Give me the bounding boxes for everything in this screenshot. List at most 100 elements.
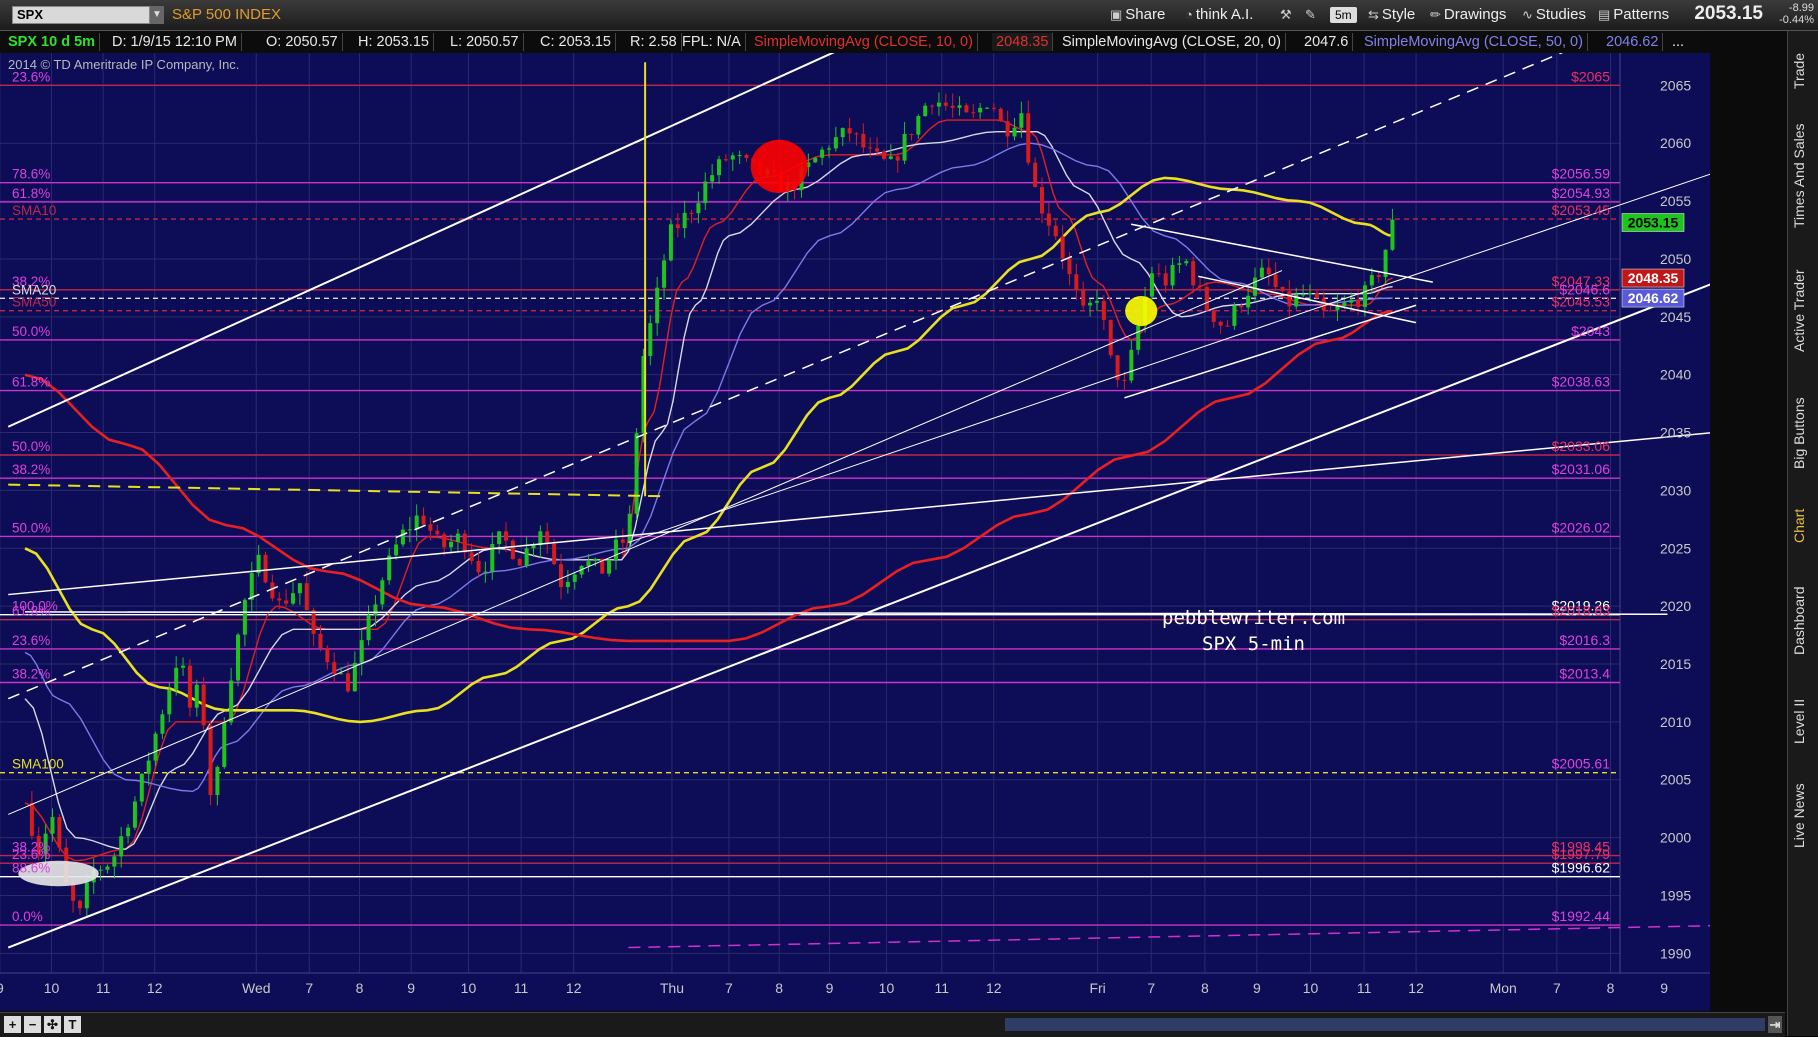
studies-button[interactable]: ∿Studies (1522, 5, 1586, 25)
candle-body (518, 559, 522, 566)
candle-body (820, 150, 824, 158)
candle-body (834, 137, 838, 148)
zoom-out-button[interactable]: − (24, 1016, 41, 1033)
x-tick-label: 8 (1201, 980, 1209, 996)
panel-active-trader[interactable]: Active Trader (1791, 256, 1815, 366)
candle-body (1349, 300, 1353, 303)
candle-body (1232, 306, 1236, 326)
info-more[interactable]: ... (1668, 33, 1688, 51)
panel-chart[interactable]: Chart (1791, 501, 1815, 551)
info-sma50-value: 2046.62 (1602, 33, 1663, 51)
plot-area[interactable]: 23.6%$206578.6%$2056.5961.8%$2054.93SMA1… (0, 53, 1710, 1011)
candle-body (1013, 128, 1017, 137)
drawings-button[interactable]: ✏Drawings (1430, 5, 1506, 25)
candle-body (456, 534, 460, 542)
settings-button[interactable]: ✎ (1305, 5, 1319, 25)
panel-trade[interactable]: Trade (1791, 41, 1815, 101)
candle-body (147, 761, 151, 774)
y-tick-label: 2015 (1660, 656, 1691, 672)
patterns-button[interactable]: ▤Patterns (1598, 5, 1669, 25)
expand-icon[interactable]: ⇥ (1768, 1016, 1782, 1033)
candle-body (112, 856, 116, 866)
crosshair-button[interactable]: ✣ (44, 1016, 61, 1033)
candle-body (889, 156, 893, 159)
level-left-label: 61.8% (12, 375, 50, 390)
info-open: O: 2050.57 (262, 33, 343, 51)
candle-body (958, 105, 962, 108)
candle-body (119, 836, 123, 856)
price-chart[interactable]: 23.6%$206578.6%$2056.5961.8%$2054.93SMA1… (0, 53, 1710, 1011)
candle-body (215, 767, 219, 795)
toolbar: SPX ▼ S&P 500 INDEX ▣Share ◔think A.I. ⚒… (0, 0, 1818, 31)
level-right-label: $2005.61 (1552, 756, 1611, 772)
candle-body (229, 680, 233, 722)
y-tick-label: 2010 (1660, 714, 1691, 730)
candle-body (1267, 268, 1271, 275)
level-left-label: SMA10 (12, 203, 56, 218)
candle-body (401, 530, 405, 545)
text-tool-button[interactable]: T (64, 1016, 81, 1033)
panel-level-ii[interactable]: Level II (1791, 686, 1815, 756)
candle-body (1171, 265, 1175, 286)
candle-body (992, 108, 996, 109)
x-tick-label: 8 (775, 980, 783, 996)
candle-body (1253, 278, 1257, 296)
level-left-label: 61.8% (12, 186, 50, 201)
candle-body (373, 604, 377, 615)
candle-body (930, 106, 934, 107)
candle-body (126, 828, 130, 837)
info-sma20-label[interactable]: SimpleMovingAvg (CLOSE, 20, 0) (1058, 33, 1286, 51)
level-right-label: $2043 (1571, 323, 1610, 339)
share-button[interactable]: ▣Share (1110, 5, 1165, 25)
candle-body (154, 734, 158, 761)
candle-body (1219, 322, 1223, 326)
candle-body (1088, 303, 1092, 306)
panel-big-buttons[interactable]: Big Buttons (1791, 381, 1815, 486)
think-ai-button[interactable]: ◔think A.I. (1185, 5, 1253, 25)
y-tick-label: 2045 (1660, 309, 1691, 325)
level-right-label: $1992.44 (1552, 908, 1611, 924)
symbol-dropdown-icon[interactable]: ▼ (150, 6, 164, 24)
candle-body (277, 598, 281, 600)
panel-live-news[interactable]: Live News (1791, 771, 1815, 861)
candle-body (188, 666, 192, 708)
candle-body (1322, 298, 1326, 310)
level-right-label: $2033.06 (1552, 438, 1611, 454)
candle-body (325, 648, 329, 662)
level-right-label: $2018.83 (1552, 603, 1611, 619)
symbol-input[interactable]: SPX (12, 6, 150, 24)
candle-body (435, 531, 439, 535)
candle-body (1061, 236, 1065, 258)
candle-body (710, 175, 714, 181)
candle-body (937, 103, 941, 107)
y-tick-label: 2025 (1660, 540, 1691, 556)
candle-body (951, 106, 955, 108)
candle-body (1301, 294, 1305, 295)
info-sma10-value: 2048.35 (992, 33, 1053, 51)
level-left-label: 0.0% (12, 909, 43, 924)
x-tick-label: 9 (1660, 980, 1668, 996)
candle-body (1040, 187, 1044, 213)
drawing-tools-button[interactable]: ⚒ (1280, 5, 1295, 25)
info-sma50-label[interactable]: SimpleMovingAvg (CLOSE, 50, 0) (1360, 33, 1588, 51)
horizontal-scrollbar[interactable] (1005, 1018, 1765, 1031)
candle-body (559, 564, 563, 587)
candle-body (78, 901, 82, 908)
panel-dashboard[interactable]: Dashboard (1791, 571, 1815, 671)
level-left-label: 38.2% (12, 667, 50, 682)
level-left-label: SMA100 (12, 757, 64, 772)
style-button[interactable]: ⇆Style (1368, 5, 1415, 25)
x-tick-label: 10 (461, 980, 477, 996)
candle-body (497, 531, 501, 544)
candle-body (648, 323, 652, 356)
studies-label: Studies (1536, 6, 1586, 23)
level-left-label: 50.0% (12, 520, 50, 535)
info-sma10-label[interactable]: SimpleMovingAvg (CLOSE, 10, 0) (750, 33, 978, 51)
timeframe-button[interactable]: 5m (1330, 7, 1357, 23)
candle-body (566, 582, 570, 587)
info-symbol-period[interactable]: SPX 10 d 5m (4, 33, 100, 51)
zoom-in-button[interactable]: + (4, 1016, 21, 1033)
candle-body (1033, 163, 1037, 187)
panel-times-and-sales[interactable]: Times And Sales (1791, 111, 1815, 241)
patterns-label: Patterns (1613, 6, 1669, 23)
